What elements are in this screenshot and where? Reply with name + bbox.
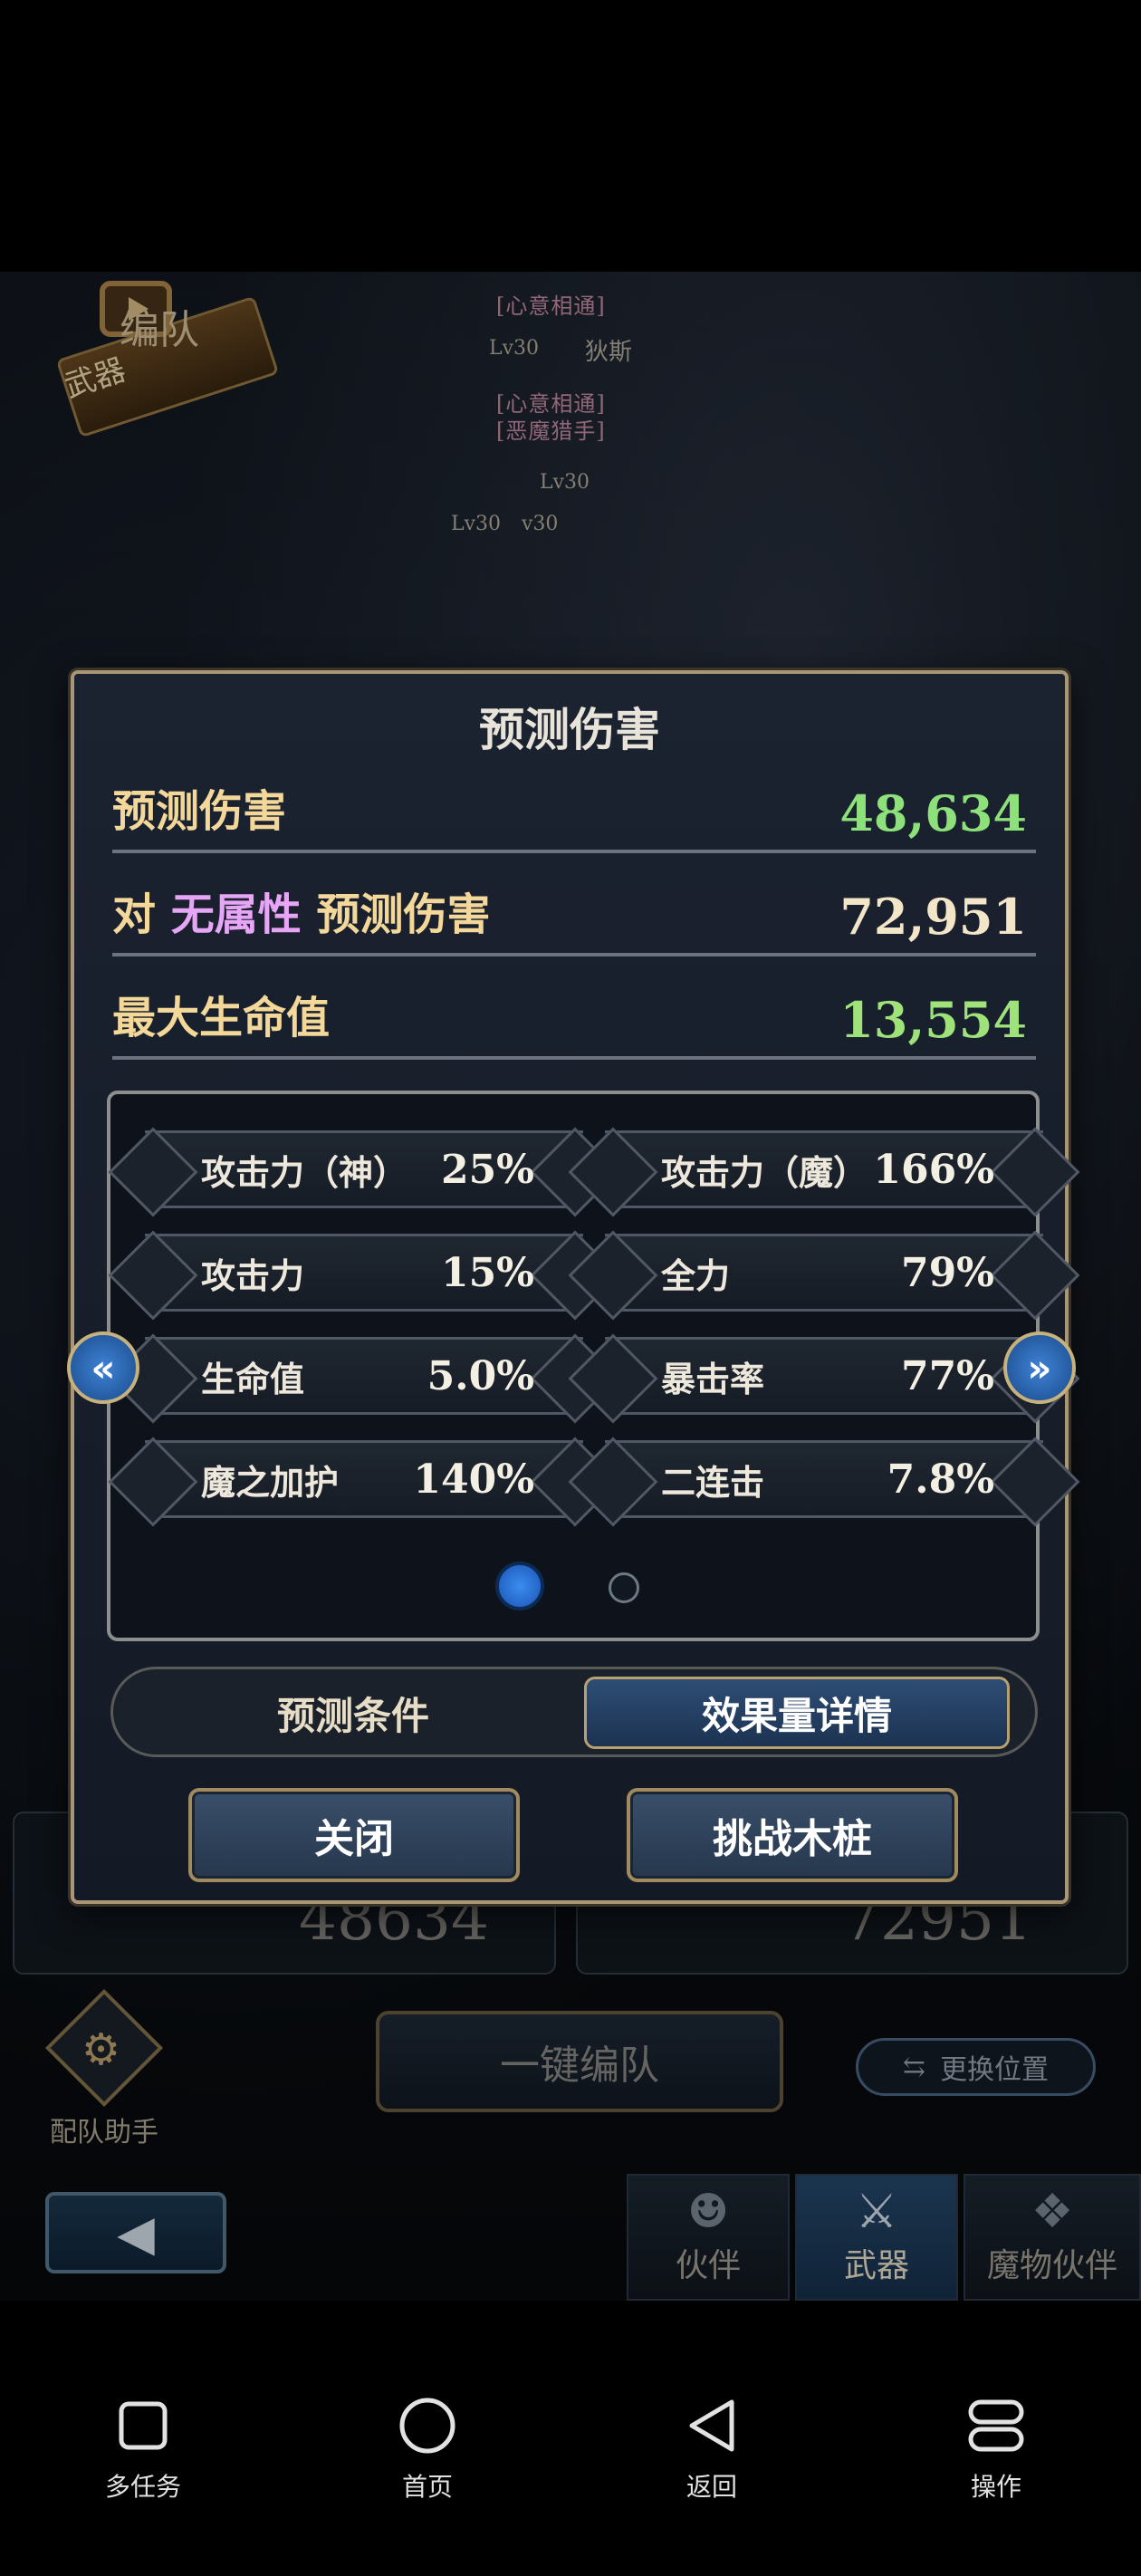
predicted-damage-dialog: 预测伤害 预测伤害 48,634 对 无属性 预测伤害 72,951 最大生命值… <box>67 670 1076 1904</box>
stat-value: 25% <box>440 1146 534 1193</box>
page-dot-active[interactable] <box>495 1562 544 1610</box>
stat-item: 全力 79% <box>605 1234 1043 1312</box>
stat-name: 全力 <box>661 1255 731 1296</box>
stat-value: 140% <box>413 1456 534 1503</box>
stat-value: 5.0% <box>427 1352 534 1399</box>
stat-item: 二连击 7.8% <box>605 1440 1043 1518</box>
tab-predict-conditions[interactable]: 预测条件 <box>140 1677 566 1749</box>
stat-value: 7.8% <box>887 1456 994 1503</box>
dialog-tab-bar: 预测条件 效果量详情 <box>110 1667 1038 1757</box>
stat-item: 生命值 5.0% <box>145 1337 583 1415</box>
challenge-dummy-button[interactable]: 挑战木桩 <box>627 1788 958 1882</box>
tab-effect-details[interactable]: 效果量详情 <box>584 1677 1010 1749</box>
nav-recents[interactable]: 多任务 <box>53 2397 234 2504</box>
stat-name: 暴击率 <box>661 1359 765 1399</box>
nav-menu[interactable]: 操作 <box>906 2397 1087 2504</box>
element-damage-row: 对 无属性 预测伤害 72,951 <box>112 877 1036 956</box>
double-chevron-left-icon: « <box>91 1345 116 1390</box>
predicted-damage-row: 预测伤害 48,634 <box>112 774 1036 853</box>
stat-value: 166% <box>873 1146 994 1193</box>
square-icon <box>53 2397 234 2455</box>
max-hp-value: 13,554 <box>839 991 1027 1049</box>
stat-value: 15% <box>440 1249 534 1296</box>
close-button[interactable]: 关闭 <box>188 1788 520 1882</box>
stats-panel: 攻击力（神） 25% 攻击力（魔） 166% 攻击力 15% 全力 79% 生命… <box>107 1091 1043 1641</box>
stat-name: 生命值 <box>201 1359 305 1399</box>
stat-item: 魔之加护 140% <box>145 1440 583 1518</box>
stat-item: 暴击率 77% <box>605 1337 1043 1415</box>
triangle-back-icon <box>621 2397 802 2455</box>
stat-name: 攻击力（魔） <box>661 1152 868 1193</box>
prev-page-button[interactable]: « <box>67 1331 139 1404</box>
max-hp-label: 最大生命值 <box>112 993 331 1043</box>
stat-value: 77% <box>900 1352 994 1399</box>
stat-item: 攻击力 15% <box>145 1234 583 1312</box>
stacked-pills-icon <box>906 2397 1087 2455</box>
stat-name: 攻击力（神） <box>201 1152 408 1193</box>
nav-back-label: 返回 <box>686 2472 737 2502</box>
element-damage-prefix: 对 <box>112 889 157 940</box>
page-dot[interactable] <box>609 1572 639 1603</box>
circle-icon <box>337 2397 518 2455</box>
nav-menu-label: 操作 <box>970 2472 1021 2502</box>
element-name: 无属性 <box>170 889 302 940</box>
next-page-button[interactable]: » <box>1003 1331 1076 1404</box>
element-damage-value: 72,951 <box>839 888 1027 946</box>
element-damage-suffix: 预测伤害 <box>316 889 491 940</box>
stat-item: 攻击力（魔） 166% <box>605 1130 1043 1208</box>
nav-home-label: 首页 <box>401 2472 453 2502</box>
nav-recents-label: 多任务 <box>104 2472 181 2502</box>
double-chevron-right-icon: » <box>1027 1345 1052 1390</box>
predicted-damage-value: 48,634 <box>839 784 1027 842</box>
stat-name: 攻击力 <box>201 1255 305 1296</box>
stat-value: 79% <box>900 1249 994 1296</box>
predicted-damage-label: 预测伤害 <box>112 786 287 837</box>
nav-home[interactable]: 首页 <box>337 2397 518 2504</box>
stat-name: 二连击 <box>661 1462 765 1503</box>
max-hp-row: 最大生命值 13,554 <box>112 980 1036 1060</box>
nav-back[interactable]: 返回 <box>621 2397 802 2504</box>
stat-item: 攻击力（神） 25% <box>145 1130 583 1208</box>
dialog-title: 预测伤害 <box>479 703 660 756</box>
element-damage-label: 对 无属性 预测伤害 <box>112 879 490 942</box>
stat-name: 魔之加护 <box>201 1462 340 1503</box>
system-nav-bar: 多任务 首页 返回 操作 <box>0 2355 1141 2576</box>
